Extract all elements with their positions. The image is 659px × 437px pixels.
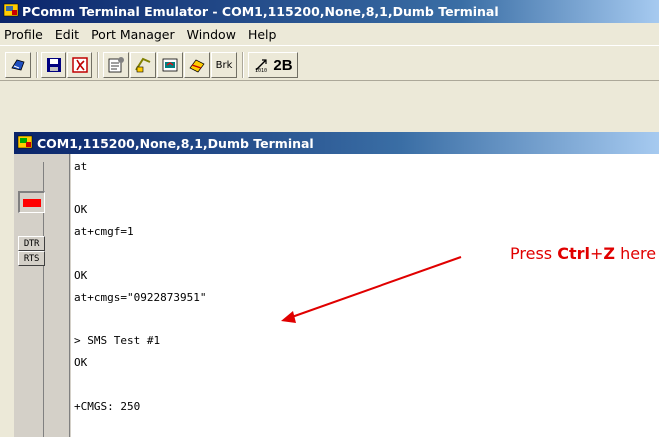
status-led	[18, 191, 45, 213]
send-file-button[interactable]	[184, 52, 210, 78]
menubar: Profile Edit Port Manager Window Help	[0, 23, 659, 45]
annotation-plus: +	[589, 244, 604, 263]
menu-edit[interactable]: Edit	[49, 27, 85, 42]
app-titlebar: PComm Terminal Emulator - COM1,115200,No…	[0, 0, 659, 23]
transfer-button[interactable]	[130, 52, 156, 78]
status-led-indicator	[23, 198, 41, 207]
save-button[interactable]	[41, 52, 66, 78]
terminal-line: +CMGS: 250	[74, 400, 141, 413]
transfer-icon	[134, 56, 152, 74]
terminal-line: OK	[74, 356, 88, 369]
annotation-suffix: here	[614, 244, 657, 263]
terminal-line: at+cmgs="0922873951"	[74, 291, 207, 304]
toolbar-separator	[97, 52, 99, 78]
2b-label: 2B	[273, 56, 293, 74]
terminal-screen[interactable]: at OK at+cmgf=1 OK at+cmgs="0922873951" …	[71, 154, 659, 437]
break-button[interactable]: Brk	[211, 52, 237, 78]
terminal-line: at+cmgf=1	[74, 225, 134, 238]
terminal-window-icon	[17, 134, 33, 153]
exit-icon	[71, 56, 89, 74]
menu-profile[interactable]: Profile	[0, 27, 49, 42]
terminal-window: COM1,115200,None,8,1,Dumb Terminal DTR R…	[12, 132, 659, 437]
dial-button[interactable]	[5, 52, 31, 78]
annotation-prefix: Press	[510, 244, 558, 263]
send-file-icon	[188, 56, 206, 74]
annotation-text: Press Ctrl+Z here	[510, 244, 656, 263]
app-icon	[3, 2, 19, 21]
terminal-window-titlebar[interactable]: COM1,115200,None,8,1,Dumb Terminal	[14, 132, 659, 154]
toolbar-separator	[36, 52, 38, 78]
annotation-key-ctrl: Ctrl	[557, 244, 590, 263]
save-icon	[45, 56, 63, 74]
annotation-key-z: Z	[603, 244, 615, 263]
terminal-line: OK	[74, 203, 88, 216]
capture-button[interactable]	[157, 52, 183, 78]
terminal-line: at	[74, 160, 88, 173]
dial-icon	[9, 56, 27, 74]
menu-window[interactable]: Window	[181, 27, 242, 42]
dtr-button[interactable]: DTR	[18, 236, 45, 251]
properties-icon	[107, 56, 125, 74]
rts-button[interactable]: RTS	[18, 251, 45, 266]
signal-panel: DTR RTS	[14, 154, 70, 437]
menu-port-manager[interactable]: Port Manager	[85, 27, 181, 42]
toolbar-separator	[242, 52, 244, 78]
terminal-line: OK	[74, 269, 88, 282]
exit-button[interactable]	[67, 52, 92, 78]
svg-text:1010: 1010	[255, 68, 267, 74]
app-title: PComm Terminal Emulator - COM1,115200,No…	[22, 4, 499, 19]
capture-icon	[161, 56, 179, 74]
break-label: Brk	[215, 59, 233, 71]
toolbar: Brk 1010 2B	[0, 45, 659, 81]
menu-help[interactable]: Help	[242, 27, 283, 42]
counter-2b-button[interactable]: 1010 2B	[248, 52, 298, 78]
terminal-window-title: COM1,115200,None,8,1,Dumb Terminal	[37, 135, 314, 151]
properties-button[interactable]	[103, 52, 129, 78]
terminal-line: > SMS Test #1	[74, 334, 161, 347]
counter-icon: 1010	[253, 56, 273, 74]
